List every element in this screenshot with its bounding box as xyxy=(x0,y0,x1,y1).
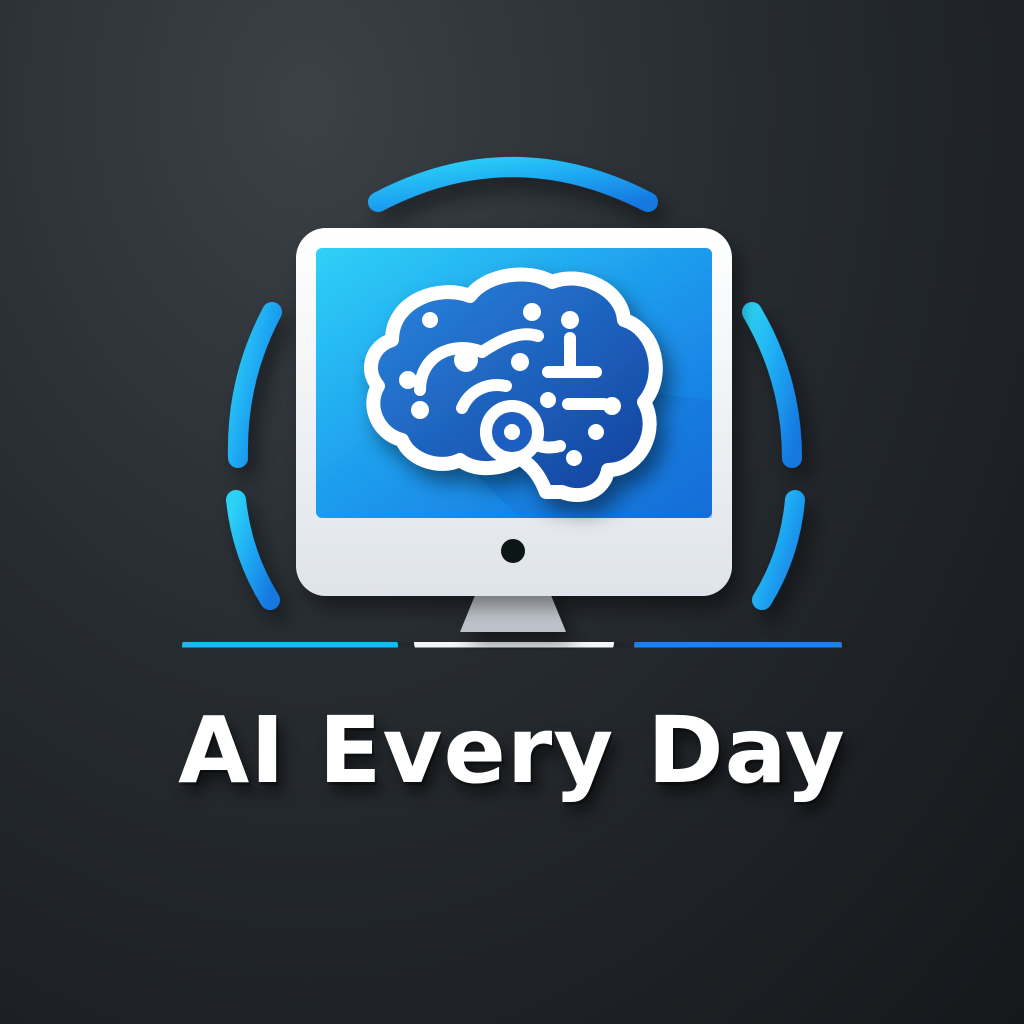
brain-circuit-icon xyxy=(363,267,663,502)
monitor-camera-dot xyxy=(501,539,525,563)
ring-right-lower-arc xyxy=(752,490,805,610)
base-lines xyxy=(182,633,842,656)
ring-right-upper-arc xyxy=(742,302,802,468)
ring-top-arc xyxy=(368,157,658,212)
wordmark: AI Every Day xyxy=(0,690,1024,810)
logo-canvas: AI Every Day xyxy=(0,0,1024,1024)
logo-mark xyxy=(182,157,842,656)
ring-left-lower-arc xyxy=(226,490,280,610)
brand-name: AI Every Day xyxy=(178,696,846,804)
ring-left-upper-arc xyxy=(227,302,282,468)
